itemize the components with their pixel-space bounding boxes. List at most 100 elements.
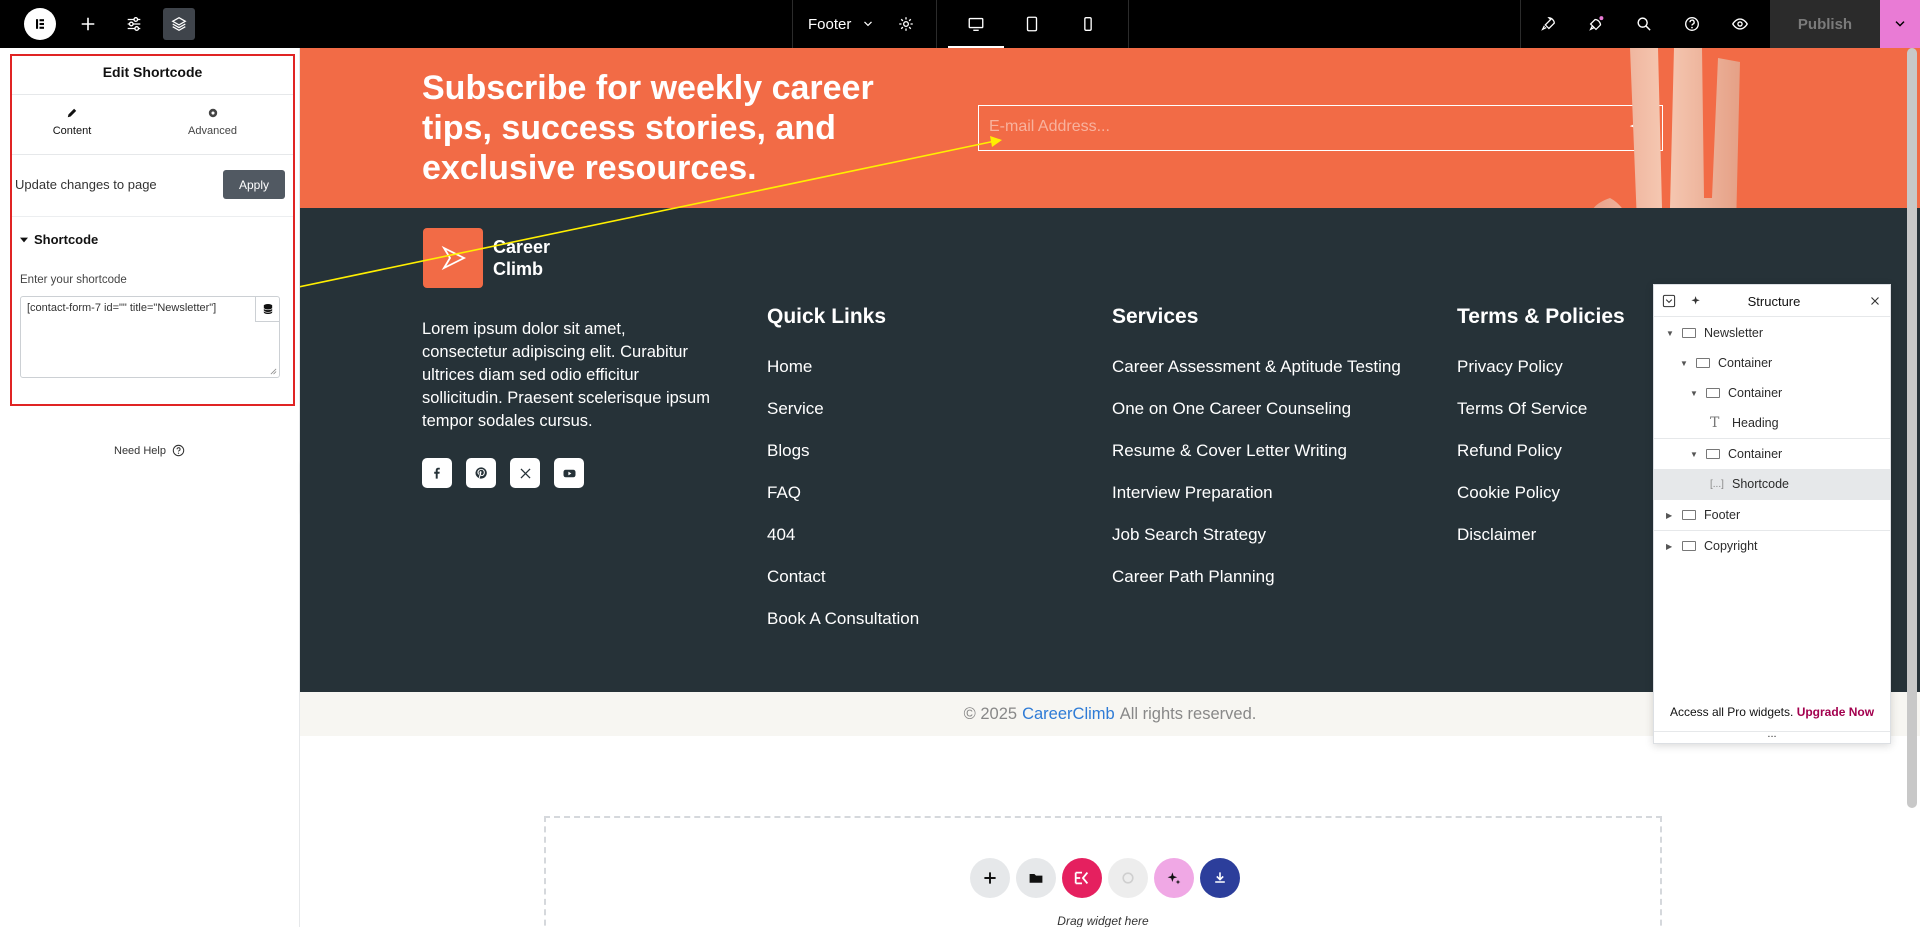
publish-options-button[interactable] xyxy=(1880,0,1920,48)
import-button[interactable] xyxy=(1200,858,1240,898)
need-help-label: Need Help xyxy=(114,444,166,457)
widget-drop-zone[interactable]: Drag widget here xyxy=(544,816,1662,927)
sparkle-icon xyxy=(1589,16,1604,31)
social-facebook[interactable] xyxy=(422,458,452,488)
add-element-button[interactable] xyxy=(72,8,104,40)
structure-item-heading[interactable]: T Heading xyxy=(1654,408,1890,438)
footer-link[interactable]: Service xyxy=(767,399,824,419)
elementskit-button[interactable] xyxy=(1062,858,1102,898)
footer-link[interactable]: Terms Of Service xyxy=(1457,399,1587,419)
structure-item-container[interactable]: ▼ Container xyxy=(1654,348,1890,378)
footer-link[interactable]: FAQ xyxy=(767,483,801,503)
social-pinterest[interactable] xyxy=(466,458,496,488)
section-shortcode-toggle[interactable]: Shortcode xyxy=(20,232,98,247)
footer-description: Lorem ipsum dolor sit amet, consectetur … xyxy=(422,318,752,433)
footer-link[interactable]: Book A Consultation xyxy=(767,609,919,629)
structure-item-footer[interactable]: ▶ Footer xyxy=(1654,500,1890,530)
play-logo-icon xyxy=(441,245,467,271)
desktop-icon xyxy=(968,17,984,31)
add-section-button[interactable] xyxy=(970,858,1010,898)
chevron-down-icon xyxy=(1895,21,1905,27)
device-desktop-button[interactable] xyxy=(960,8,992,40)
caret-down-icon[interactable]: ▼ xyxy=(1666,329,1676,338)
whats-new-button[interactable] xyxy=(1580,8,1612,40)
footer-link[interactable]: Job Search Strategy xyxy=(1112,525,1266,545)
caret-down-icon[interactable]: ▼ xyxy=(1690,389,1700,398)
footer-link[interactable]: Disclaimer xyxy=(1457,525,1536,545)
brand-name: Career Climb xyxy=(493,236,550,280)
device-mobile-button[interactable] xyxy=(1072,8,1104,40)
upgrade-now-link[interactable]: Upgrade Now xyxy=(1797,705,1874,719)
ai-button[interactable] xyxy=(1154,858,1194,898)
footer-link[interactable]: Interview Preparation xyxy=(1112,483,1273,503)
help-button[interactable] xyxy=(1676,8,1708,40)
document-selector[interactable]: Footer xyxy=(808,14,875,34)
dynamic-tags-button[interactable] xyxy=(255,297,280,322)
social-youtube[interactable] xyxy=(554,458,584,488)
pencil-icon xyxy=(67,108,77,118)
description-line: sollicitudin. Praesent scelerisque ipsum xyxy=(422,389,710,407)
brand-logo[interactable] xyxy=(423,228,483,288)
preview-button[interactable] xyxy=(1724,8,1756,40)
footer-link[interactable]: Cookie Policy xyxy=(1457,483,1560,503)
footer-link[interactable]: Contact xyxy=(767,567,826,587)
page-settings-button[interactable] xyxy=(890,8,922,40)
site-settings-button[interactable] xyxy=(118,8,150,40)
x-icon xyxy=(519,467,531,479)
footer-link[interactable]: Privacy Policy xyxy=(1457,357,1563,377)
device-tablet-button[interactable] xyxy=(1016,8,1048,40)
social-x[interactable] xyxy=(510,458,540,488)
structure-item-copyright[interactable]: ▶ Copyright xyxy=(1654,531,1890,561)
structure-title: Structure xyxy=(1747,294,1801,309)
footer-link[interactable]: Career Assessment & Aptitude Testing xyxy=(1112,357,1401,377)
add-template-button[interactable] xyxy=(1016,858,1056,898)
canvas-scrollbar[interactable] xyxy=(1907,48,1917,808)
caret-down-icon[interactable]: ▼ xyxy=(1690,450,1700,459)
caret-right-icon[interactable]: ▶ xyxy=(1666,542,1676,551)
footer-link[interactable]: Refund Policy xyxy=(1457,441,1562,461)
structure-item-label: Footer xyxy=(1704,508,1741,522)
caret-down-icon[interactable]: ▼ xyxy=(1680,359,1690,368)
close-icon[interactable] xyxy=(1870,296,1880,306)
ekit-icon xyxy=(1074,871,1089,885)
apply-button[interactable]: Apply xyxy=(223,170,285,199)
structure-item-container[interactable]: ▼ Container xyxy=(1654,378,1890,408)
document-name: Footer xyxy=(808,15,852,33)
publish-button[interactable]: Publish xyxy=(1770,0,1880,48)
email-field[interactable]: E-mail Address... xyxy=(978,105,1663,151)
divider xyxy=(792,0,793,48)
footer-link[interactable]: Blogs xyxy=(767,441,810,461)
footer-link[interactable]: Home xyxy=(767,357,812,377)
ai-sparkle-icon[interactable] xyxy=(1690,294,1704,308)
layers-icon xyxy=(171,16,187,32)
divider xyxy=(12,216,293,217)
need-help-link[interactable]: Need Help xyxy=(114,444,185,457)
footer-link[interactable]: Career Path Planning xyxy=(1112,567,1275,587)
gear-icon xyxy=(899,17,913,31)
tab-content[interactable]: Content xyxy=(12,106,132,144)
collapse-all-icon[interactable] xyxy=(1662,294,1676,308)
services-title: Services xyxy=(1112,305,1199,328)
shortcode-textarea[interactable]: [contact-form-7 id="" title="Newsletter"… xyxy=(20,296,280,378)
structure-item-newsletter[interactable]: ▼ Newsletter xyxy=(1654,318,1890,348)
disabled-widget-button[interactable] xyxy=(1108,858,1148,898)
structure-item-shortcode[interactable]: [...] Shortcode xyxy=(1654,469,1890,499)
caret-right-icon[interactable]: ▶ xyxy=(1666,511,1676,520)
resize-handle-icon[interactable] xyxy=(270,368,277,375)
divider xyxy=(936,0,937,48)
copyright-brand-link[interactable]: CareerClimb xyxy=(1022,705,1115,724)
mobile-icon xyxy=(1084,17,1092,31)
search-button[interactable] xyxy=(1628,8,1660,40)
elementor-logo-button[interactable] xyxy=(24,8,56,40)
structure-item-container[interactable]: ▼ Container xyxy=(1654,439,1890,469)
resize-handle[interactable]: ... xyxy=(1654,728,1890,740)
drop-zone-label: Drag widget here xyxy=(1057,914,1149,927)
structure-toggle-button[interactable] xyxy=(163,8,195,40)
caret-down-icon xyxy=(20,237,28,242)
footer-link[interactable]: 404 xyxy=(767,525,795,545)
footer-link[interactable]: Resume & Cover Letter Writing xyxy=(1112,441,1347,461)
divider xyxy=(12,94,293,95)
launchpad-button[interactable] xyxy=(1532,8,1564,40)
tab-advanced[interactable]: Advanced xyxy=(132,106,293,144)
footer-link[interactable]: One on One Career Counseling xyxy=(1112,399,1351,419)
